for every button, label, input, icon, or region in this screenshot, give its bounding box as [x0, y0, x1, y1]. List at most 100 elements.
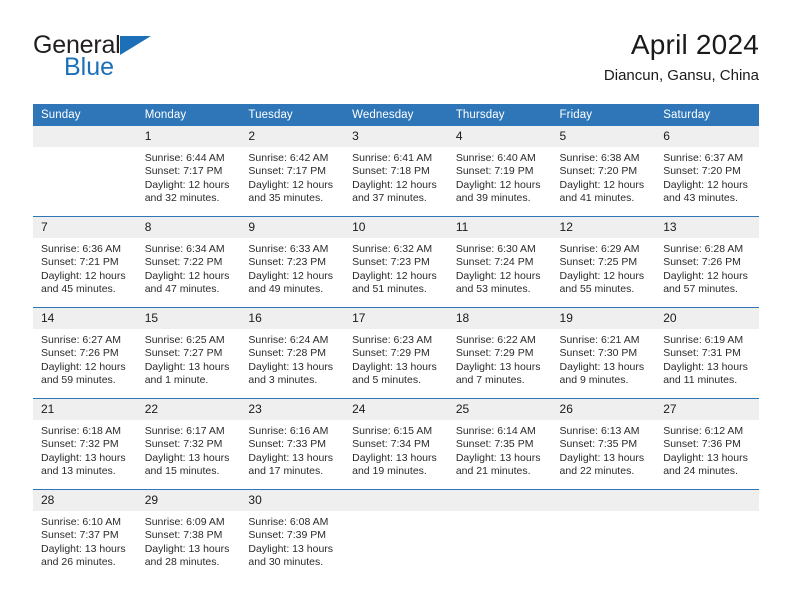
- calendar-day-cell[interactable]: 3 Sunrise: 6:41 AM Sunset: 7:18 PM Daylight…: [344, 126, 448, 217]
- calendar-day-cell[interactable]: 13 Sunrise: 6:28 AM Sunset: 7:26 PM Dayligh…: [655, 216, 759, 308]
- sunrise-time: Sunrise: 6:21 AM: [559, 334, 640, 346]
- daylight-hours: Daylight: 12 hours: [248, 178, 334, 191]
- calendar-empty-cell: [33, 126, 137, 217]
- day-cell-inner: 12 Sunrise: 6:29 AM Sunset: 7:25 PM Dayligh…: [551, 217, 656, 307]
- calendar-day-cell[interactable]: 29 Sunrise: 6:09 AM Sunset: 7:38 PM Dayligh…: [136, 489, 241, 580]
- sunrise-time: Sunrise: 6:14 AM: [455, 425, 536, 437]
- sun-info: Sunrise: 6:12 AM Sunset: 7:36 PM Daylight:…: [655, 420, 759, 479]
- logo-text-blue: Blue: [64, 53, 115, 81]
- day-cell-inner: [33, 126, 137, 216]
- day-cell-inner: 11 Sunrise: 6:30 AM Sunset: 7:24 PM Dayligh…: [447, 217, 552, 307]
- weekday-header-wednesday: Wednesday: [344, 104, 448, 126]
- day-cell-inner: 10 Sunrise: 6:32 AM Sunset: 7:23 PM Dayligh…: [344, 217, 448, 307]
- calendar-day-cell[interactable]: 23 Sunrise: 6:16 AM Sunset: 7:33 PM Dayligh…: [240, 398, 345, 490]
- daylight-hours: Daylight: 13 hours: [144, 360, 230, 373]
- daylight-minutes: and 15 minutes.: [144, 465, 220, 478]
- day-cell-inner: 13 Sunrise: 6:28 AM Sunset: 7:26 PM Dayligh…: [655, 217, 759, 307]
- daylight-hours: Daylight: 13 hours: [352, 360, 437, 373]
- calendar-day-cell[interactable]: 4 Sunrise: 6:40 AM Sunset: 7:19 PM Daylight…: [447, 126, 552, 217]
- sunrise-time: Sunrise: 6:24 AM: [248, 334, 329, 346]
- daylight-hours: Daylight: 12 hours: [663, 178, 748, 191]
- day-number: 12: [551, 217, 656, 238]
- calendar-day-cell[interactable]: 11 Sunrise: 6:30 AM Sunset: 7:24 PM Dayligh…: [447, 216, 552, 308]
- daylight-hours: Daylight: 12 hours: [559, 178, 645, 191]
- calendar-day-cell[interactable]: 5 Sunrise: 6:38 AM Sunset: 7:20 PM Daylight…: [551, 126, 656, 217]
- day-number: [33, 126, 137, 147]
- day-cell-inner: [344, 490, 448, 580]
- daylight-minutes: and 9 minutes.: [559, 374, 629, 387]
- sun-info: Sunrise: 6:16 AM Sunset: 7:33 PM Daylight:…: [240, 420, 344, 479]
- sunset-time: Sunset: 7:17 PM: [144, 165, 223, 178]
- day-number: [551, 490, 656, 511]
- calendar-day-cell[interactable]: 28 Sunrise: 6:10 AM Sunset: 7:37 PM Dayligh…: [33, 489, 137, 580]
- day-number: 15: [136, 308, 241, 329]
- calendar-day-cell[interactable]: 26 Sunrise: 6:13 AM Sunset: 7:35 PM Dayligh…: [551, 398, 656, 490]
- day-cell-inner: 26 Sunrise: 6:13 AM Sunset: 7:35 PM Dayligh…: [551, 399, 656, 489]
- daylight-minutes: and 7 minutes.: [455, 374, 525, 387]
- sunrise-time: Sunrise: 6:16 AM: [248, 425, 329, 437]
- calendar-day-cell[interactable]: 24 Sunrise: 6:15 AM Sunset: 7:34 PM Dayligh…: [344, 398, 448, 490]
- calendar-day-cell[interactable]: 22 Sunrise: 6:17 AM Sunset: 7:32 PM Dayligh…: [136, 398, 241, 490]
- daylight-minutes: and 55 minutes.: [559, 283, 635, 296]
- day-cell-inner: 18 Sunrise: 6:22 AM Sunset: 7:29 PM Dayligh…: [447, 308, 552, 398]
- daylight-minutes: and 11 minutes.: [663, 374, 738, 387]
- calendar-day-cell[interactable]: 9 Sunrise: 6:33 AM Sunset: 7:23 PM Daylight…: [240, 216, 345, 308]
- sunset-time: Sunset: 7:19 PM: [455, 165, 534, 178]
- sunrise-time: Sunrise: 6:38 AM: [559, 152, 640, 164]
- sun-info: Sunrise: 6:32 AM Sunset: 7:23 PM Daylight:…: [344, 238, 448, 297]
- daylight-hours: Daylight: 13 hours: [455, 451, 541, 464]
- calendar-day-cell[interactable]: 1 Sunrise: 6:44 AM Sunset: 7:17 PM Daylight…: [136, 126, 241, 217]
- calendar-day-cell[interactable]: 8 Sunrise: 6:34 AM Sunset: 7:22 PM Daylight…: [136, 216, 241, 308]
- daylight-minutes: and 28 minutes.: [144, 556, 220, 569]
- sunset-time: Sunset: 7:22 PM: [144, 256, 223, 269]
- calendar-day-cell[interactable]: 19 Sunrise: 6:21 AM Sunset: 7:30 PM Dayligh…: [551, 307, 656, 399]
- calendar-day-cell[interactable]: 17 Sunrise: 6:23 AM Sunset: 7:29 PM Dayligh…: [344, 307, 448, 399]
- daylight-minutes: and 41 minutes.: [559, 192, 635, 205]
- calendar-day-cell[interactable]: 14 Sunrise: 6:27 AM Sunset: 7:26 PM Dayligh…: [33, 307, 137, 399]
- calendar-day-cell[interactable]: 18 Sunrise: 6:22 AM Sunset: 7:29 PM Dayligh…: [447, 307, 552, 399]
- daylight-hours: Daylight: 13 hours: [41, 542, 126, 555]
- sun-info: Sunrise: 6:28 AM Sunset: 7:26 PM Daylight:…: [655, 238, 759, 297]
- calendar-day-cell[interactable]: 10 Sunrise: 6:32 AM Sunset: 7:23 PM Dayligh…: [344, 216, 448, 308]
- day-number: 1: [136, 126, 241, 147]
- daylight-hours: Daylight: 13 hours: [144, 451, 230, 464]
- calendar-day-cell[interactable]: 15 Sunrise: 6:25 AM Sunset: 7:27 PM Dayligh…: [136, 307, 241, 399]
- daylight-hours: Daylight: 13 hours: [663, 451, 748, 464]
- weekday-header-thursday: Thursday: [447, 104, 552, 126]
- daylight-minutes: and 37 minutes.: [352, 192, 427, 205]
- day-number: 30: [240, 490, 345, 511]
- calendar-day-cell[interactable]: 16 Sunrise: 6:24 AM Sunset: 7:28 PM Dayligh…: [240, 307, 345, 399]
- sun-info: Sunrise: 6:10 AM Sunset: 7:37 PM Daylight:…: [33, 511, 137, 570]
- daylight-hours: Daylight: 13 hours: [455, 360, 541, 373]
- sunrise-time: Sunrise: 6:09 AM: [144, 516, 225, 528]
- calendar-day-cell[interactable]: 12 Sunrise: 6:29 AM Sunset: 7:25 PM Dayligh…: [551, 216, 656, 308]
- sunset-time: Sunset: 7:23 PM: [352, 256, 430, 269]
- daylight-minutes: and 49 minutes.: [248, 283, 324, 296]
- daylight-minutes: and 53 minutes.: [455, 283, 531, 296]
- calendar-day-cell[interactable]: 7 Sunrise: 6:36 AM Sunset: 7:21 PM Daylight…: [33, 216, 137, 308]
- day-cell-inner: 4 Sunrise: 6:40 AM Sunset: 7:19 PM Daylight…: [447, 126, 552, 216]
- calendar-day-cell[interactable]: 27 Sunrise: 6:12 AM Sunset: 7:36 PM Dayligh…: [655, 398, 759, 490]
- calendar-day-cell[interactable]: 25 Sunrise: 6:14 AM Sunset: 7:35 PM Dayligh…: [447, 398, 552, 490]
- daylight-hours: Daylight: 13 hours: [352, 451, 437, 464]
- sun-info: Sunrise: 6:09 AM Sunset: 7:38 PM Daylight:…: [137, 511, 241, 570]
- daylight-hours: Daylight: 12 hours: [663, 269, 748, 282]
- calendar-day-cell[interactable]: 20 Sunrise: 6:19 AM Sunset: 7:31 PM Dayligh…: [655, 307, 759, 399]
- day-number: 8: [136, 217, 241, 238]
- calendar-week-row: 21 Sunrise: 6:18 AM Sunset: 7:32 PM Dayligh…: [33, 398, 759, 490]
- day-number: 4: [447, 126, 552, 147]
- sunrise-time: Sunrise: 6:37 AM: [663, 152, 744, 164]
- daylight-minutes: and 59 minutes.: [41, 374, 116, 387]
- daylight-hours: Daylight: 13 hours: [248, 360, 334, 373]
- sun-info: Sunrise: 6:29 AM Sunset: 7:25 PM Daylight:…: [552, 238, 656, 297]
- day-number: 5: [551, 126, 656, 147]
- calendar-day-cell[interactable]: 2 Sunrise: 6:42 AM Sunset: 7:17 PM Daylight…: [240, 126, 345, 217]
- sunrise-time: Sunrise: 6:34 AM: [144, 243, 225, 255]
- calendar-day-cell[interactable]: 21 Sunrise: 6:18 AM Sunset: 7:32 PM Dayligh…: [33, 398, 137, 490]
- calendar-day-cell[interactable]: 30 Sunrise: 6:08 AM Sunset: 7:39 PM Dayligh…: [240, 489, 345, 580]
- sun-info: Sunrise: 6:36 AM Sunset: 7:21 PM Daylight:…: [33, 238, 137, 297]
- day-number: 24: [344, 399, 448, 420]
- sunset-time: Sunset: 7:21 PM: [41, 256, 119, 269]
- calendar-day-cell[interactable]: 6 Sunrise: 6:37 AM Sunset: 7:20 PM Daylight…: [655, 126, 759, 217]
- day-cell-inner: 22 Sunrise: 6:17 AM Sunset: 7:32 PM Dayligh…: [136, 399, 241, 489]
